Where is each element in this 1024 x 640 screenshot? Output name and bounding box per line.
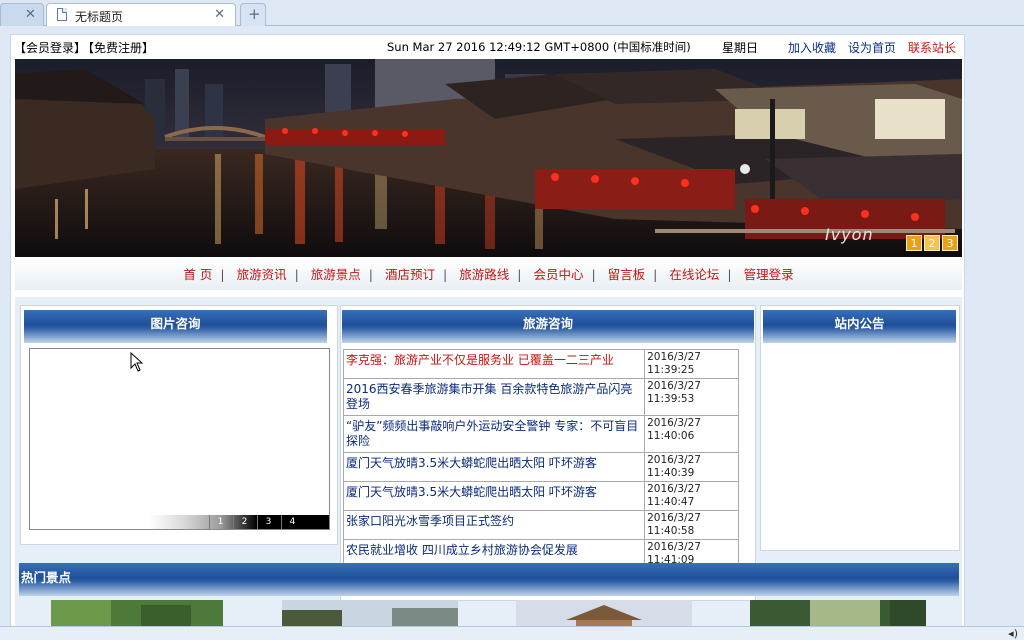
news-date: 2016/3/27 11:40:58 xyxy=(644,510,739,540)
nav-member-center[interactable]: 会员中心 xyxy=(533,267,583,282)
slideshow-pager: 1 2 3 4 xyxy=(149,515,329,529)
speaker-icon[interactable]: ◂) xyxy=(1008,627,1018,640)
new-tab-button[interactable]: + xyxy=(240,3,266,26)
slideshow-page-button[interactable]: 1 xyxy=(209,515,231,529)
photo-slideshow[interactable]: 1 2 3 4 xyxy=(29,348,330,530)
nav-hotel-booking[interactable]: 酒店预订 xyxy=(385,267,435,282)
news-title-link[interactable]: 张家口阳光冰雪季项目正式签约 xyxy=(342,510,646,540)
content-area: 图片咨询 1 2 3 4 旅游咨询 李克强：旅游产业不仅是服务业 已覆盖一二三产… xyxy=(15,297,962,637)
banner-pager: 1 2 3 xyxy=(906,235,958,251)
slideshow-page-button[interactable]: 4 xyxy=(281,515,303,529)
news-date: 2016/3/27 11:39:53 xyxy=(644,378,739,416)
banner-image: Ivyon 1 2 3 xyxy=(15,59,962,257)
status-bar: ◂) xyxy=(0,626,1024,640)
nav-home[interactable]: 首 页 xyxy=(183,267,212,282)
banner-page-button[interactable]: 2 xyxy=(924,235,940,251)
news-title-link[interactable]: “驴友”频频出事敲响户外运动安全警钟 专家：不可盲目探险 xyxy=(342,415,646,453)
news-title-link[interactable]: 厦门天气放晴3.5米大蟒蛇爬出晒太阳 吓坏游客 xyxy=(342,452,646,482)
news-date-time: 11:39:53 xyxy=(647,393,695,405)
news-date: 2016/3/27 11:40:47 xyxy=(644,481,739,511)
photo-news-panel: 图片咨询 1 2 3 4 xyxy=(20,305,338,545)
nav-travel-news[interactable]: 旅游资讯 xyxy=(237,267,287,282)
plus-icon: + xyxy=(248,5,261,23)
banner-page-button[interactable]: 1 xyxy=(906,235,922,251)
register-link[interactable]: 【免费注册】 xyxy=(88,41,154,55)
browser-tab-active[interactable]: 无标题页 ✕ xyxy=(46,3,236,26)
site-notice-header: 站内公告 xyxy=(763,310,956,343)
news-date-day: 2016/3/27 xyxy=(647,541,701,553)
date-time-clock: Sun Mar 27 2016 12:49:12 GMT+0800 (中国标准时… xyxy=(387,40,691,54)
contact-webmaster-link[interactable]: 联系站长 xyxy=(908,39,956,56)
member-links: 【会员登录】 【免费注册】 xyxy=(14,39,156,56)
slideshow-page-button[interactable]: 2 xyxy=(233,515,255,529)
news-date-day: 2016/3/27 xyxy=(647,512,701,524)
close-icon[interactable]: ✕ xyxy=(214,7,225,22)
news-date-day: 2016/3/27 xyxy=(647,417,701,429)
news-date: 2016/3/27 11:40:39 xyxy=(644,452,739,482)
news-date-day: 2016/3/27 xyxy=(647,454,701,466)
banner-logo: Ivyon xyxy=(825,225,874,244)
nav-admin-login[interactable]: 管理登录 xyxy=(744,267,794,282)
slideshow-page-button[interactable]: 3 xyxy=(257,515,279,529)
top-bar: 【会员登录】 【免费注册】 Sun Mar 27 2016 12:49:12 GM… xyxy=(11,35,964,57)
news-title-link[interactable]: 李克强：旅游产业不仅是服务业 已覆盖一二三产业 xyxy=(342,349,646,379)
news-row: 厦门天气放晴3.5米大蟒蛇爬出晒太阳 吓坏游客 2016/3/27 11:40:47 xyxy=(342,481,739,511)
news-row: 张家口阳光冰雪季项目正式签约 2016/3/27 11:40:58 xyxy=(342,510,739,540)
news-row: 2016西安春季旅游集市开集 百余款特色旅游产品闪亮登场 2016/3/27 11:… xyxy=(342,378,739,416)
travel-news-header: 旅游咨询 xyxy=(342,310,754,343)
news-date-time: 11:39:25 xyxy=(647,364,695,376)
mouse-cursor-icon xyxy=(130,352,144,372)
news-date-time: 11:40:58 xyxy=(647,525,695,537)
news-date: 2016/3/27 11:39:25 xyxy=(644,349,739,379)
member-login-link[interactable]: 【会员登录】 xyxy=(14,41,86,55)
main-nav: 首 页 | 旅游资讯 | 旅游景点 | 酒店预订 | 旅游路线 | 会员中心 | 留言板 | … xyxy=(15,260,962,290)
news-row: 厦门天气放晴3.5米大蟒蛇爬出晒太阳 吓坏游客 2016/3/27 11:40:39 xyxy=(342,452,739,482)
weekday-label: 星期日 xyxy=(722,41,759,55)
browser-tab-bar: ✕ 无标题页 ✕ + xyxy=(0,0,1024,26)
news-date: 2016/3/27 11:40:06 xyxy=(644,415,739,453)
news-row: “驴友”频频出事敲响户外运动安全警钟 专家：不可盲目探险 2016/3/27 11:… xyxy=(342,415,739,453)
close-icon[interactable]: ✕ xyxy=(25,7,36,22)
photo-news-header: 图片咨询 xyxy=(24,310,327,343)
add-favorite-link[interactable]: 加入收藏 xyxy=(788,39,836,56)
nav-scenic-spots[interactable]: 旅游景点 xyxy=(311,267,361,282)
news-title-link[interactable]: 厦门天气放晴3.5米大蟒蛇爬出晒太阳 吓坏游客 xyxy=(342,481,646,511)
travel-news-panel: 旅游咨询 李克强：旅游产业不仅是服务业 已覆盖一二三产业 2016/3/27 11:… xyxy=(340,305,756,601)
news-table: 李克强：旅游产业不仅是服务业 已覆盖一二三产业 2016/3/27 11:39:25… xyxy=(342,349,739,569)
news-date-time: 11:40:06 xyxy=(647,430,695,442)
browser-tab-previous[interactable]: ✕ xyxy=(0,3,44,26)
web-page: 【会员登录】 【免费注册】 Sun Mar 27 2016 12:49:12 GM… xyxy=(10,34,965,640)
site-notice-panel: 站内公告 xyxy=(760,305,960,551)
tab-title: 无标题页 xyxy=(75,10,124,24)
news-date-time: 11:40:47 xyxy=(647,496,695,508)
news-date-day: 2016/3/27 xyxy=(647,483,701,495)
hot-spots-header: 热门景点 xyxy=(19,563,959,596)
banner-page-button[interactable]: 3 xyxy=(942,235,958,251)
news-date-time: 11:40:39 xyxy=(647,467,695,479)
page-icon xyxy=(57,8,67,21)
set-homepage-link[interactable]: 设为首页 xyxy=(848,39,896,56)
nav-message-board[interactable]: 留言板 xyxy=(608,267,646,282)
nav-travel-routes[interactable]: 旅游路线 xyxy=(459,267,509,282)
nav-forum[interactable]: 在线论坛 xyxy=(669,267,719,282)
news-row: 李克强：旅游产业不仅是服务业 已覆盖一二三产业 2016/3/27 11:39:25 xyxy=(342,349,739,379)
news-date-day: 2016/3/27 xyxy=(647,351,701,363)
news-date-day: 2016/3/27 xyxy=(647,380,701,392)
news-title-link[interactable]: 2016西安春季旅游集市开集 百余款特色旅游产品闪亮登场 xyxy=(342,378,646,416)
night-water-town-photo xyxy=(15,59,962,257)
